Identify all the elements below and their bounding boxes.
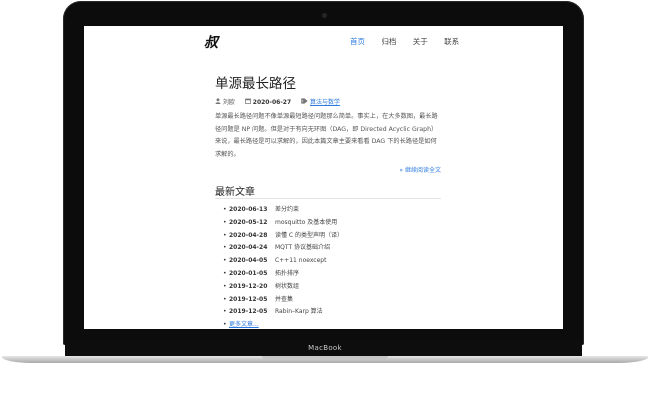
section-divider (215, 198, 441, 199)
laptop-notch (262, 356, 388, 359)
user-icon (215, 98, 221, 104)
list-item-title[interactable]: 读懂 C 的类型声明（译） (275, 232, 343, 239)
list-item-title[interactable]: 并查集 (275, 296, 293, 303)
list-item-title[interactable]: Rabin–Karp 算法 (275, 308, 323, 315)
post-meta: 刘欧 2020-06-27 算法与数学 (215, 97, 340, 106)
more-posts-item[interactable]: • 更多文章... (223, 319, 343, 329)
post-date: 2020-06-27 (252, 99, 292, 106)
browser-screen: 叔 首页 归档 关于 联系 单源最长路径 刘欧 2020-06-27 算法与数学… (84, 26, 563, 329)
read-more-link[interactable]: » 继续阅读全文 (399, 165, 441, 174)
post-excerpt: 单源最长路径问题不像单源最短路径问题那么简单。事实上，在大多数图，最长路径问题是… (215, 113, 438, 158)
list-item[interactable]: • 2020-01-05 拓扑排序 (223, 268, 343, 281)
list-item[interactable]: • 2020-04-05 C++11 noexcept (223, 255, 343, 268)
device-label: MacBook (308, 344, 342, 352)
post-category[interactable]: 算法与数学 (310, 99, 340, 106)
top-nav: 首页 归档 关于 联系 (350, 36, 473, 47)
author-meta: 刘欧 (215, 98, 237, 106)
list-item[interactable]: • 2019-12-05 并查集 (223, 294, 343, 307)
list-item-date: 2020-04-24 (229, 244, 268, 252)
nav-contact[interactable]: 联系 (444, 37, 459, 46)
list-item[interactable]: • 2019-12-20 树状数组 (223, 281, 343, 294)
category-meta: 算法与数学 (301, 98, 340, 106)
camera-dot (322, 13, 327, 18)
tag-icon (301, 98, 308, 104)
list-item-date: 2019-12-20 (229, 282, 268, 290)
list-item[interactable]: • 2020-06-13 差分约束 (223, 204, 343, 217)
nav-about[interactable]: 关于 (413, 37, 428, 46)
list-item-date: 2020-06-13 (229, 206, 268, 213)
list-item-date: 2020-04-28 (229, 231, 268, 239)
more-posts-link[interactable]: 更多文章... (229, 321, 259, 328)
list-item-date: 2020-01-05 (229, 269, 268, 277)
list-item-title[interactable]: 拓扑排序 (275, 270, 299, 277)
site-logo[interactable]: 叔 (204, 32, 218, 52)
list-item[interactable]: • 2020-04-28 读懂 C 的类型声明（译） (223, 230, 343, 243)
list-item[interactable]: • 2019-12-05 Rabin–Karp 算法 (223, 306, 343, 319)
list-item-title[interactable]: MQTT 协议基础介绍 (275, 244, 330, 251)
list-item-date: 2020-05-12 (229, 218, 268, 226)
list-item-date: 2020-04-05 (229, 257, 268, 265)
date-meta: 2020-06-27 (244, 98, 293, 106)
nav-archive[interactable]: 归档 (381, 37, 396, 46)
list-item-date: 2019-12-05 (229, 295, 268, 303)
nav-home[interactable]: 首页 (350, 37, 365, 46)
list-item[interactable]: • 2020-05-12 mosquitto 及基本使用 (223, 217, 343, 230)
list-item-title[interactable]: 树状数组 (275, 283, 299, 290)
recent-posts-heading: 最新文章 (215, 187, 255, 198)
list-item-title[interactable]: C++11 noexcept (275, 257, 326, 264)
list-item[interactable]: • 2020-04-24 MQTT 协议基础介绍 (223, 242, 343, 255)
calendar-icon (244, 98, 251, 104)
post-author: 刘欧 (222, 99, 235, 106)
list-item-date: 2019-12-05 (229, 308, 268, 316)
post-title[interactable]: 单源最长路径 (215, 72, 296, 92)
list-item-title[interactable]: mosquitto 及基本使用 (275, 219, 337, 226)
recent-posts-list: • 2020-06-13 差分约束 • 2020-05-12 mosquitto 及基本… (223, 204, 343, 329)
list-item-title[interactable]: 差分约束 (275, 206, 299, 213)
